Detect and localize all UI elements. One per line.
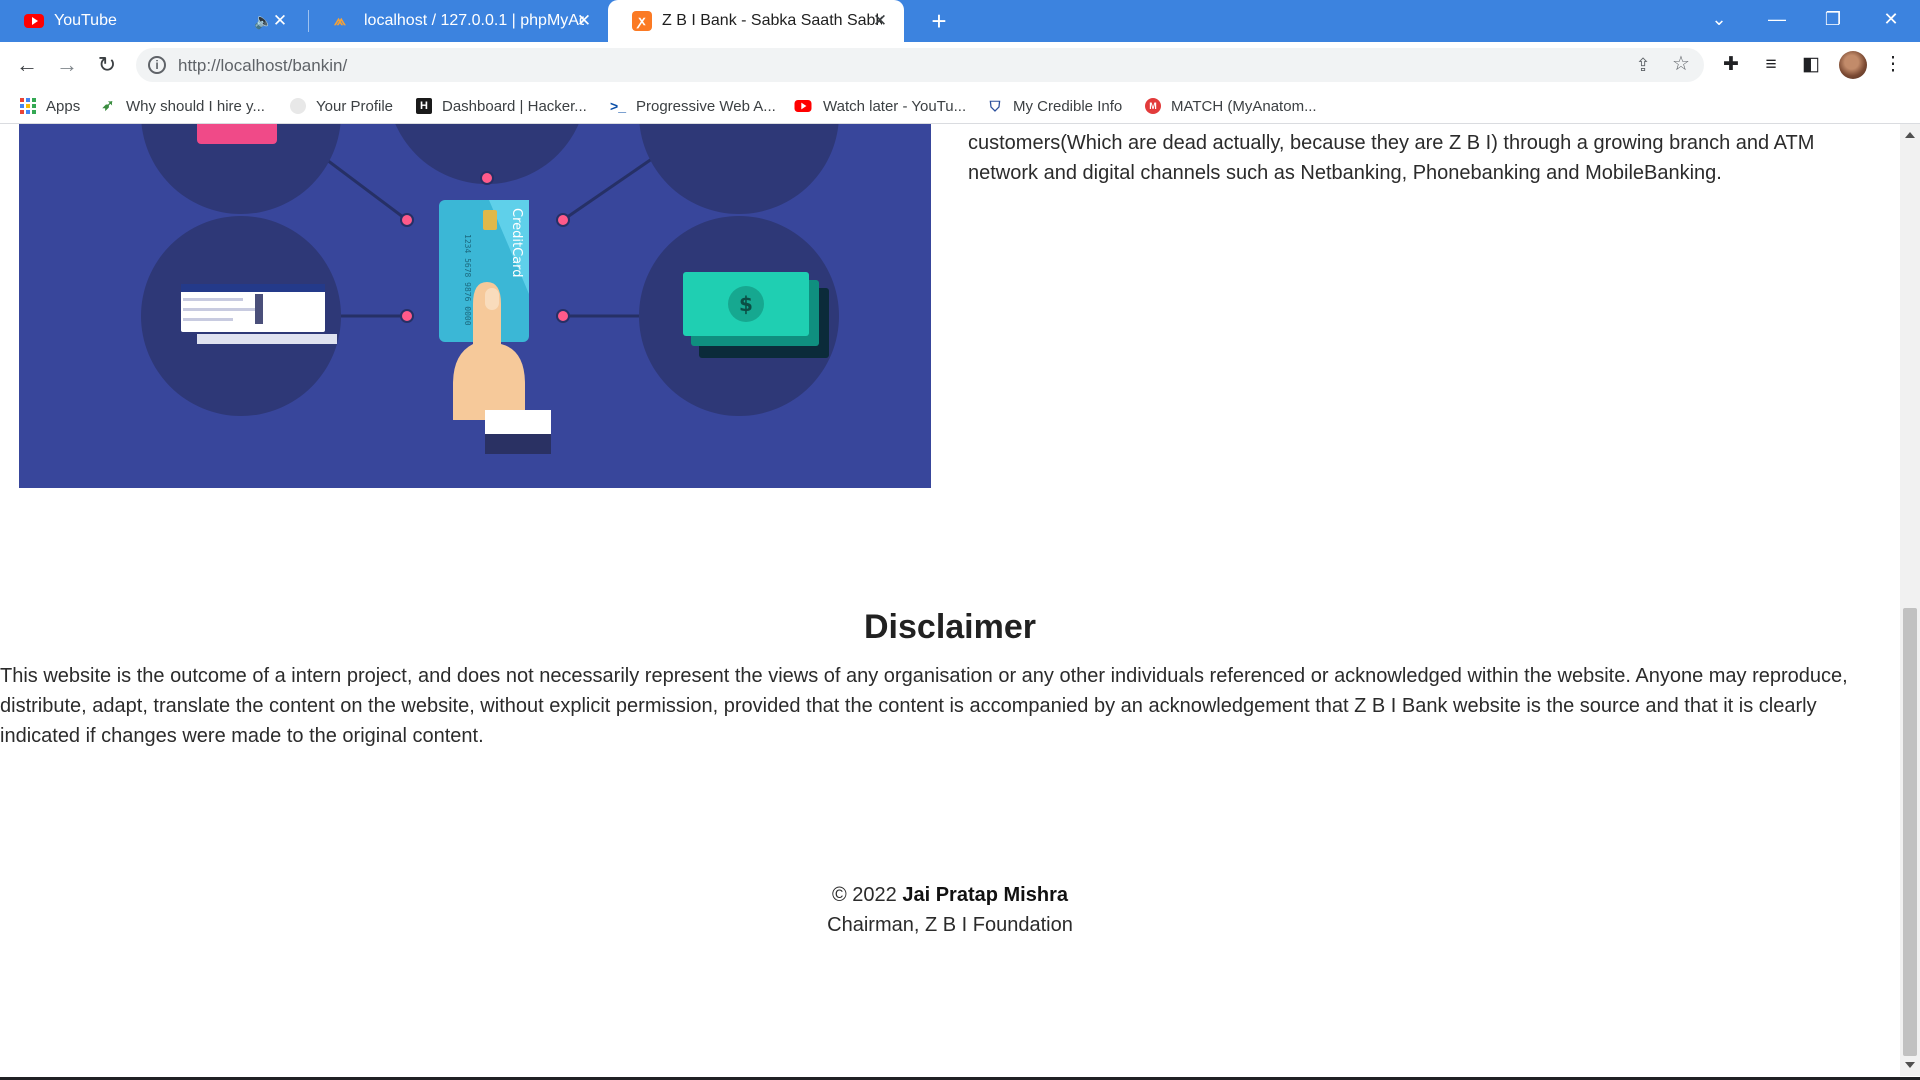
apps-grid-icon — [20, 98, 36, 114]
xampp-icon: ꭗ — [632, 11, 652, 31]
bird-icon: ➶ — [101, 97, 115, 114]
tab-phpmyadmin[interactable]: ⩕ localhost / 127.0.0.1 | phpMyAdmin ✕ — [310, 0, 608, 42]
copyright-text: © 2022 — [832, 884, 897, 906]
bookmark-label: Why should I hire y... — [126, 97, 265, 115]
tab-title: localhost / 127.0.0.1 | phpMyAdmin — [364, 12, 584, 29]
tab-separator — [308, 10, 309, 32]
disclaimer-paragraph: This website is the outcome of a intern … — [0, 665, 1848, 747]
back-arrow-icon[interactable]: ← — [12, 50, 42, 80]
youtube-icon — [24, 14, 44, 28]
minimize-button[interactable]: — — [1752, 0, 1802, 40]
github-icon — [290, 98, 306, 114]
phpmyadmin-icon: ⩕ — [334, 12, 346, 29]
restore-button[interactable]: ❐ — [1808, 0, 1858, 40]
tab-strip: YouTube 🔈 ✕ ⩕ localhost / 127.0.0.1 | ph… — [0, 0, 1920, 42]
boarding-pass-icon — [181, 284, 337, 344]
page-viewport: $ CreditCard 1234 5678 9876 0000 custome… — [0, 124, 1900, 1080]
bookmark-why-hire[interactable]: ➶ Why should I hire y... — [100, 96, 265, 116]
side-panel-icon[interactable]: ◧ — [1798, 53, 1824, 77]
close-icon[interactable]: ✕ — [574, 11, 594, 31]
money-stack-icon: $ — [683, 272, 829, 358]
author-name: Jai Pratap Mishra — [902, 884, 1068, 906]
close-icon[interactable]: ✕ — [270, 11, 290, 31]
bookmark-match[interactable]: M MATCH (MyAnatom... — [1145, 96, 1317, 116]
youtube-icon — [794, 100, 812, 112]
browser-toolbar: ← → ↻ i http://localhost/bankin/ ⇪ ☆ ✚ ≡… — [0, 42, 1920, 88]
bookmark-label: My Credible Info — [1013, 97, 1123, 115]
page-scrollbar[interactable] — [1900, 124, 1920, 1076]
bookmark-pwa[interactable]: >_ Progressive Web A... — [610, 96, 776, 116]
bookmark-your-profile[interactable]: Your Profile — [290, 96, 393, 116]
share-icon[interactable]: ⇪ — [1632, 54, 1654, 76]
node-dot — [556, 309, 570, 323]
node-dot — [556, 213, 570, 227]
hero-illustration: $ CreditCard 1234 5678 9876 0000 — [19, 124, 931, 488]
bookmark-label: Your Profile — [316, 97, 393, 115]
shield-icon: ⛉ — [989, 98, 1001, 114]
bookmark-label: Apps — [46, 97, 81, 115]
address-url[interactable]: http://localhost/bankin/ — [178, 56, 347, 76]
info-icon[interactable]: i — [148, 56, 166, 74]
node-dot — [400, 309, 414, 323]
extensions-puzzle-icon[interactable]: ✚ — [1718, 53, 1744, 77]
tab-zbi-bank[interactable]: ꭗ Z B I Bank - Sabka Saath Sabka Vikas ✕ — [608, 0, 904, 42]
bookmark-apps[interactable]: Apps — [20, 96, 80, 116]
new-tab-button[interactable]: + — [924, 6, 954, 36]
window-close-button[interactable]: ✕ — [1866, 0, 1916, 40]
node-dot — [400, 213, 414, 227]
media-queue-icon[interactable]: ≡ — [1758, 53, 1784, 77]
scroll-down-arrow-icon[interactable] — [1905, 1062, 1915, 1068]
more-menu-icon[interactable]: ⋮ — [1880, 53, 1906, 77]
node-dot — [480, 171, 494, 185]
about-paragraph: customers(Which are dead actually, becau… — [968, 132, 1815, 184]
bookmark-label: Progressive Web A... — [636, 97, 776, 115]
svg-text:1234 5678 9876 0000: 1234 5678 9876 0000 — [463, 234, 472, 326]
hackerrank-icon: H — [416, 98, 432, 114]
close-icon[interactable]: ✕ — [870, 11, 890, 31]
tab-title: Z B I Bank - Sabka Saath Sabka Vikas — [662, 12, 882, 29]
scroll-up-arrow-icon[interactable] — [1905, 132, 1915, 138]
bookmark-star-icon[interactable]: ☆ — [1670, 53, 1692, 75]
credit-card-hand-icon: CreditCard 1234 5678 9876 0000 — [439, 200, 551, 454]
bookmark-label: MATCH (MyAnatom... — [1171, 97, 1317, 115]
scrollbar-thumb[interactable] — [1903, 608, 1917, 1056]
bookmark-label: Dashboard | Hacker... — [442, 97, 587, 115]
tab-title: YouTube — [54, 12, 117, 29]
bookmark-watch-later[interactable]: Watch later - YouTu... — [793, 96, 966, 116]
forward-arrow-icon[interactable]: → — [52, 50, 82, 80]
svg-text:$: $ — [739, 292, 753, 316]
bookmarks-bar: Apps ➶ Why should I hire y... Your Profi… — [0, 88, 1920, 124]
top-right-circle — [639, 124, 839, 214]
reload-icon[interactable]: ↻ — [92, 50, 122, 80]
terminal-prompt-icon: >_ — [610, 98, 626, 114]
tab-youtube[interactable]: YouTube 🔈 ✕ — [0, 0, 304, 42]
bookmark-hackerrank[interactable]: H Dashboard | Hacker... — [416, 96, 587, 116]
author-role: Chairman, Z B I Foundation — [827, 914, 1073, 936]
bookmark-credible-info[interactable]: ⛉ My Credible Info — [987, 96, 1122, 116]
disclaimer-heading: Disclaimer — [864, 608, 1036, 646]
ma-icon: M — [1145, 98, 1161, 114]
footer: © 2022 Jai Pratap Mishra Chairman, Z B I… — [0, 880, 1900, 940]
svg-text:CreditCard: CreditCard — [509, 208, 524, 278]
bookmark-label: Watch later - YouTu... — [823, 97, 967, 115]
tab-search-chevron-icon[interactable]: ⌄ — [1694, 0, 1744, 40]
footer-copyright-line: © 2022 Jai Pratap Mishra — [0, 880, 1900, 910]
address-bar[interactable]: i http://localhost/bankin/ ⇪ ☆ — [136, 48, 1704, 82]
pink-gift-icon — [197, 124, 277, 144]
profile-avatar[interactable] — [1839, 51, 1867, 79]
